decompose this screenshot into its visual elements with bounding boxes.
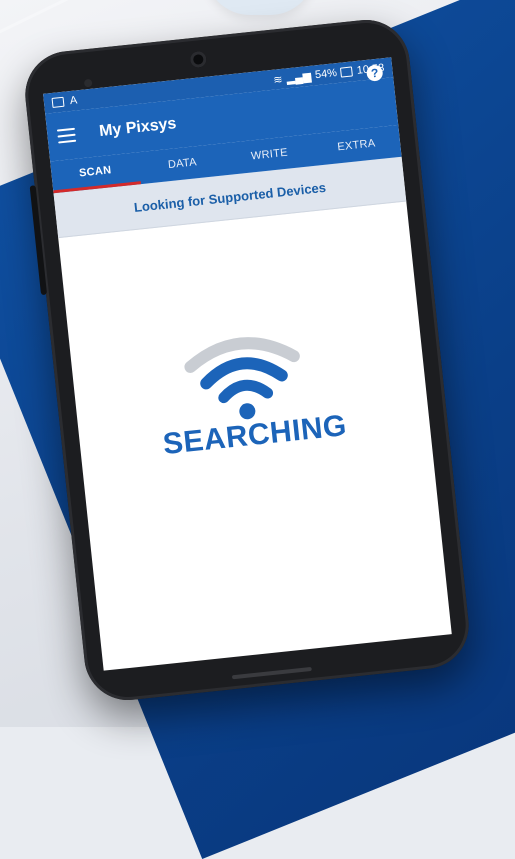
scan-content: SEARCHING (58, 201, 452, 670)
image-icon (51, 96, 65, 108)
battery-percent: 54% (314, 67, 338, 82)
bottom-speaker (231, 666, 312, 680)
menu-icon[interactable] (56, 127, 77, 144)
app-title: My Pixsys (98, 115, 178, 141)
help-icon[interactable]: ? (365, 64, 384, 82)
signal-icon: ▂▄▆ (285, 70, 312, 85)
proximity-sensor (83, 78, 93, 88)
status-left: A (51, 94, 78, 109)
phone-device: A ≋ ▂▄▆ 54% 10:58 My Pixsys ? SCAN DATA … (0, 0, 515, 705)
wifi-searching-icon (184, 337, 300, 420)
front-camera (189, 50, 208, 69)
battery-icon (340, 66, 354, 78)
phone-screen: A ≋ ▂▄▆ 54% 10:58 My Pixsys ? SCAN DATA … (43, 57, 452, 671)
a-letter-icon: A (69, 94, 78, 108)
wifi-icon: ≋ (272, 73, 284, 87)
